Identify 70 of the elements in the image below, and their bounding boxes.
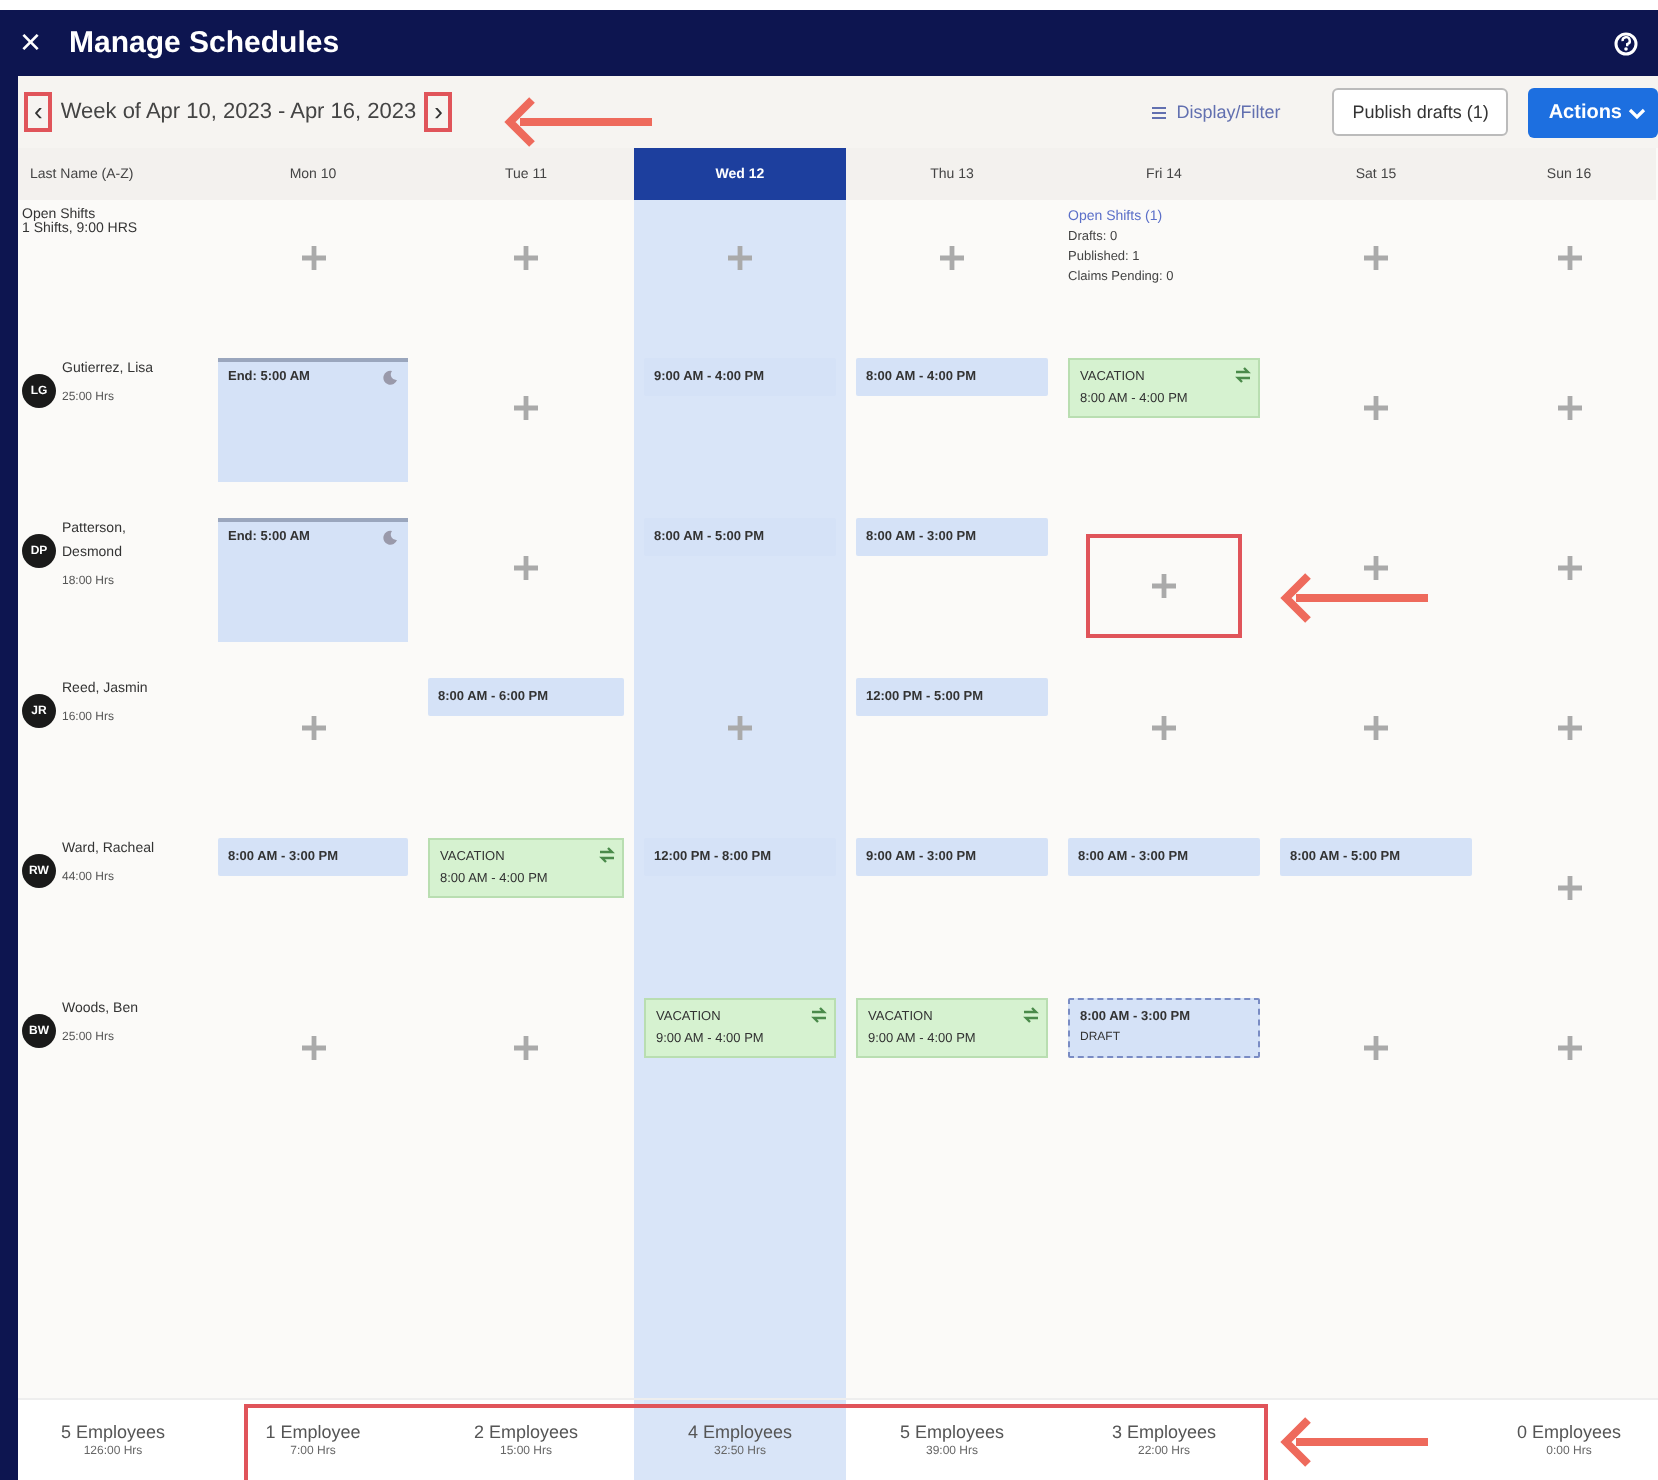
add-shift-icon: [299, 244, 327, 272]
add-shift-button[interactable]: [1555, 714, 1583, 742]
add-shift-button[interactable]: [938, 244, 966, 272]
close-button[interactable]: ×: [20, 22, 42, 64]
add-shift-icon: [1555, 554, 1583, 582]
add-shift-icon: [1555, 874, 1583, 902]
add-shift-icon: [1555, 394, 1583, 422]
employee-count: 2 Employees: [473, 1422, 579, 1442]
employee-count: 5 Employees: [899, 1422, 1005, 1442]
add-shift-button[interactable]: [512, 244, 540, 272]
employee-count: 1 Employee: [265, 1422, 361, 1442]
add-shift-icon: [1150, 714, 1178, 742]
next-week-button[interactable]: ›: [424, 92, 453, 132]
add-shift-button[interactable]: [512, 554, 540, 582]
add-shift-button[interactable]: [1362, 714, 1390, 742]
window-title: Manage Schedules: [69, 26, 342, 60]
add-shift-button[interactable]: [1362, 1034, 1390, 1062]
add-shift-button[interactable]: [1555, 244, 1583, 272]
swap-icon: [1022, 1006, 1040, 1024]
help-icon[interactable]: [1614, 31, 1638, 55]
add-shift-icon: [726, 714, 754, 742]
publish-drafts-button[interactable]: Publish drafts (1): [1332, 88, 1509, 136]
add-shift-button[interactable]: [1362, 554, 1390, 582]
add-shift-button[interactable]: [1362, 244, 1390, 272]
actions-button[interactable]: Actions: [1528, 87, 1658, 137]
add-shift-icon: [512, 1034, 540, 1062]
add-shift-button[interactable]: [512, 394, 540, 422]
employee-count: 4 Employees: [687, 1422, 793, 1442]
add-shift-button[interactable]: [299, 714, 327, 742]
add-shift-icon: [1362, 244, 1390, 272]
add-shift-icon: [512, 244, 540, 272]
employee-count: 0 Employees: [1516, 1422, 1622, 1442]
add-shift-icon: [726, 244, 754, 272]
add-shift-button[interactable]: [1362, 394, 1390, 422]
add-shift-button[interactable]: [1555, 394, 1583, 422]
previous-week-button[interactable]: ‹: [24, 92, 53, 132]
employee-count: 3 Employees: [1111, 1422, 1217, 1442]
add-shift-icon: [1555, 714, 1583, 742]
swap-icon: [1234, 366, 1252, 384]
add-shift-button[interactable]: [726, 714, 754, 742]
display-filter-link[interactable]: Display/Filter: [1176, 102, 1281, 122]
add-shift-button[interactable]: [726, 244, 754, 272]
add-shift-button[interactable]: [1555, 1034, 1583, 1062]
add-shift-button[interactable]: [1555, 554, 1583, 582]
add-shift-icon: [1150, 572, 1178, 600]
add-shift-button[interactable]: [1555, 874, 1583, 902]
add-shift-button[interactable]: [299, 244, 327, 272]
moon-icon: [382, 370, 398, 386]
employee-count: 5 Employees: [60, 1422, 166, 1442]
add-shift-button[interactable]: [512, 1034, 540, 1062]
add-shift-icon: [938, 244, 966, 272]
add-shift-icon: [512, 554, 540, 582]
add-shift-icon: [1555, 1034, 1583, 1062]
swap-icon: [810, 1006, 828, 1024]
chevron-down-icon: [1628, 103, 1646, 121]
add-shift-icon: [299, 714, 327, 742]
add-shift-button[interactable]: [1086, 534, 1242, 638]
add-shift-icon: [1555, 244, 1583, 272]
swap-icon: [598, 846, 616, 864]
week-range: Week of Apr 10, 2023 - Apr 16, 2023: [60, 100, 417, 124]
add-shift-icon: [1362, 1034, 1390, 1062]
add-shift-icon: [1362, 394, 1390, 422]
add-shift-icon: [299, 1034, 327, 1062]
add-shift-button[interactable]: [299, 1034, 327, 1062]
filter-icon[interactable]: [1150, 103, 1169, 121]
moon-icon: [382, 530, 398, 546]
add-shift-button[interactable]: [1150, 714, 1178, 742]
add-shift-icon: [1362, 554, 1390, 582]
add-shift-icon: [512, 394, 540, 422]
add-shift-icon: [1362, 714, 1390, 742]
